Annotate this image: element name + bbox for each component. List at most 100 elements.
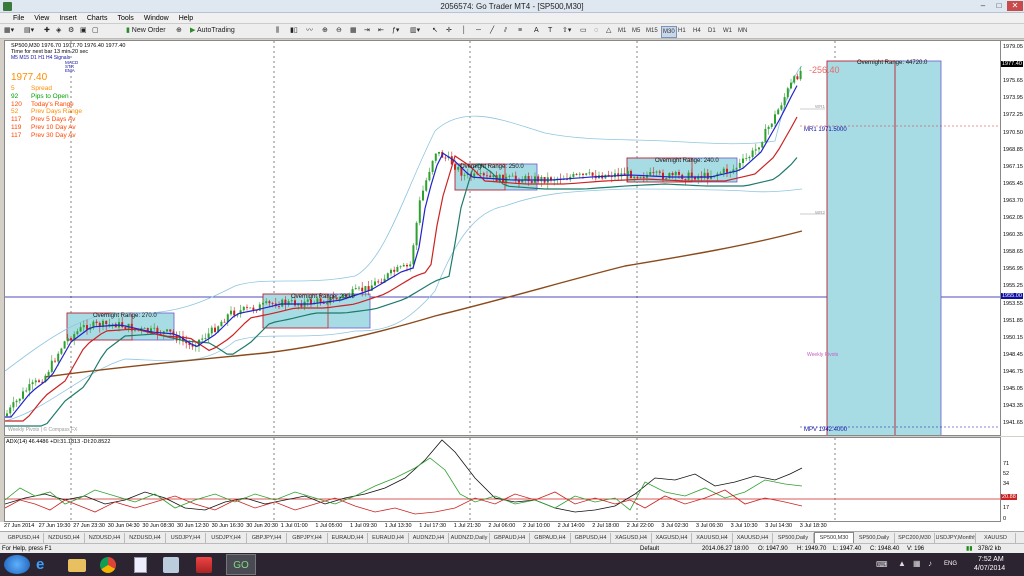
chart-tab[interactable]: GBPAUD,H4 xyxy=(531,533,571,543)
menu-insert[interactable]: Insert xyxy=(54,13,82,24)
chart-tab[interactable]: XAUUSD xyxy=(976,533,1016,543)
timeframe-m1[interactable]: M1 xyxy=(618,26,626,36)
chart-tab[interactable]: AUDNZD,H4 xyxy=(409,533,449,543)
text-icon[interactable]: A xyxy=(534,25,539,37)
keyboard-icon[interactable]: ⌨ xyxy=(876,560,888,569)
bar-chart-icon[interactable]: ⫼ xyxy=(276,25,279,37)
chart-tab[interactable]: XAGUSD,H4 xyxy=(652,533,692,543)
triangle-icon[interactable]: △ xyxy=(606,25,611,37)
chart-tab[interactable]: GBPJPY,H4 xyxy=(288,533,328,543)
time-axis[interactable]: 27 Jun 2014 27 Jun 19:30 27 Jun 23:30 30 Ju… xyxy=(0,522,1024,531)
profiles-icon[interactable]: ▤▾ xyxy=(24,25,34,37)
tray-arrow-icon[interactable]: ▲ xyxy=(898,559,906,568)
zoom-in-icon[interactable]: ⊕ xyxy=(322,25,328,37)
templates-icon[interactable]: ▥▾ xyxy=(410,25,420,37)
chart-tab[interactable]: USDJPY,H4 xyxy=(207,533,247,543)
chart-tab[interactable]: XAUUSD,H4 xyxy=(733,533,773,543)
chart-tab[interactable]: SP500,Daily xyxy=(774,533,814,543)
maximize-button[interactable]: □ xyxy=(991,1,1007,11)
zoom-out-icon[interactable]: ⊖ xyxy=(336,25,342,37)
timeframe-d1[interactable]: D1 xyxy=(708,26,716,36)
new-order-button[interactable]: ▮ New Order xyxy=(126,25,166,37)
chart-tab[interactable]: XAUUSD,H4 xyxy=(693,533,733,543)
timeframe-h4[interactable]: H4 xyxy=(693,26,701,36)
chart-tab[interactable]: USDJPY,H4 xyxy=(166,533,206,543)
vertical-line-icon[interactable]: │ xyxy=(462,25,466,37)
overnight-range-box[interactable] xyxy=(826,60,942,436)
autoscroll-icon[interactable]: ⇥ xyxy=(364,25,370,37)
file-explorer-icon[interactable] xyxy=(68,559,86,572)
market-watch-icon[interactable]: ✚ xyxy=(44,25,50,37)
chart-tab[interactable]: NZDUSD,H4 xyxy=(85,533,125,543)
menu-tools[interactable]: Tools xyxy=(112,13,138,24)
horizontal-line-icon[interactable]: ─ xyxy=(476,25,481,37)
cycle-icon[interactable]: ◌ xyxy=(594,25,598,37)
cursor-icon[interactable]: ↖ xyxy=(432,25,438,37)
data-window-icon[interactable]: ◈ xyxy=(56,25,61,37)
price-chart-canvas[interactable] xyxy=(5,41,1001,436)
chart-tab[interactable]: NZDUSD,H4 xyxy=(45,533,85,543)
indicators-icon[interactable]: ƒ▾ xyxy=(392,25,399,37)
line-chart-icon[interactable]: 〰 xyxy=(306,25,313,37)
internet-explorer-icon[interactable]: e xyxy=(36,556,44,573)
adx-indicator-pane[interactable]: ADX(14) 46.4486 +DI:31.1813 -DI:20.8522 xyxy=(4,437,1001,522)
media-icon[interactable] xyxy=(196,557,212,573)
timeframe-m30[interactable]: M30 xyxy=(661,26,677,38)
tester-icon[interactable]: ▢ xyxy=(92,25,99,37)
price-axis[interactable]: 1979.05 1977.40 1975.65 1973.95 1972.25 1970.… xyxy=(1001,40,1024,436)
autotrading-button[interactable]: ▶ AutoTrading xyxy=(190,25,235,37)
chart-tab[interactable]: GBPUSD,H4 xyxy=(4,533,44,543)
volume-icon[interactable]: ♪ xyxy=(928,559,932,568)
candles-icon[interactable]: ▮▯ xyxy=(290,25,298,37)
chart-tab[interactable]: GBPUSD,H4 xyxy=(571,533,611,543)
timeframe-mn[interactable]: MN xyxy=(738,26,747,36)
label-icon[interactable]: T xyxy=(548,25,552,37)
trendline-icon[interactable]: ╱ xyxy=(490,25,494,37)
close-button[interactable]: ✕ xyxy=(1007,1,1023,11)
chart-tab[interactable]: GBPJPY,H4 xyxy=(247,533,287,543)
chart-tab[interactable]: SP500,Daily xyxy=(855,533,895,543)
chart-tab[interactable]: EURAUD,H4 xyxy=(328,533,368,543)
navigator-icon[interactable]: ⚙ xyxy=(68,25,74,37)
fibonacci-icon[interactable]: ≡ xyxy=(518,25,522,37)
new-chart-icon[interactable]: ▦▾ xyxy=(4,25,14,37)
metaeditor-icon[interactable]: ⊕ xyxy=(176,25,182,37)
terminal-icon[interactable]: ▣ xyxy=(80,25,87,37)
crosshair-icon[interactable]: ✛ xyxy=(446,25,452,37)
tile-icon[interactable]: ▦ xyxy=(350,25,357,37)
mt4-taskbar-button[interactable]: GO xyxy=(226,554,256,575)
chart-tab[interactable]: SP500,M30 xyxy=(814,532,854,543)
adx-chart-canvas[interactable] xyxy=(5,438,1001,522)
menu-view[interactable]: View xyxy=(29,13,54,24)
minimize-button[interactable]: – xyxy=(975,1,991,11)
clock-time[interactable]: 7:52 AM xyxy=(978,556,1004,563)
chart-tab[interactable]: EURAUD,H4 xyxy=(369,533,409,543)
network-icon[interactable]: ▦ xyxy=(913,559,921,568)
menu-help[interactable]: Help xyxy=(174,13,198,24)
document-icon[interactable] xyxy=(134,557,147,573)
rectangle-icon[interactable]: ▭ xyxy=(580,25,587,37)
status-profile[interactable]: Default xyxy=(640,545,659,553)
menu-window[interactable]: Window xyxy=(139,13,174,24)
timeframe-w1[interactable]: W1 xyxy=(723,26,732,36)
menu-charts[interactable]: Charts xyxy=(82,13,113,24)
chart-shift-icon[interactable]: ⇤ xyxy=(378,25,384,37)
chart-tab[interactable]: NZDUSD,H4 xyxy=(126,533,166,543)
chart-tab[interactable]: XAGUSD,H4 xyxy=(612,533,652,543)
clock-date[interactable]: 4/07/2014 xyxy=(974,565,1005,572)
timeframe-h1[interactable]: H1 xyxy=(678,26,686,36)
chart-tab[interactable]: USDJPY,Monthly xyxy=(936,533,976,543)
timeframe-m15[interactable]: M15 xyxy=(646,26,658,36)
channel-icon[interactable]: ⫽ xyxy=(504,25,507,37)
chart-tab[interactable]: SPC200,M30 xyxy=(895,533,935,543)
chrome-icon[interactable] xyxy=(100,557,116,573)
chart-tab[interactable]: GBPAUD,H4 xyxy=(490,533,530,543)
chart-tab[interactable]: AUDNZD,Daily xyxy=(450,533,490,543)
start-button[interactable] xyxy=(4,555,30,574)
paint-icon[interactable] xyxy=(163,557,179,573)
language-indicator[interactable]: ENG xyxy=(944,561,957,567)
menu-file[interactable]: File xyxy=(8,13,29,24)
timeframe-m5[interactable]: M5 xyxy=(632,26,640,36)
arrows-icon[interactable]: ⇧▾ xyxy=(562,25,571,37)
price-chart[interactable]: SP500,M30 1976.70 1977.70 1976.40 1977.4… xyxy=(4,40,1001,436)
